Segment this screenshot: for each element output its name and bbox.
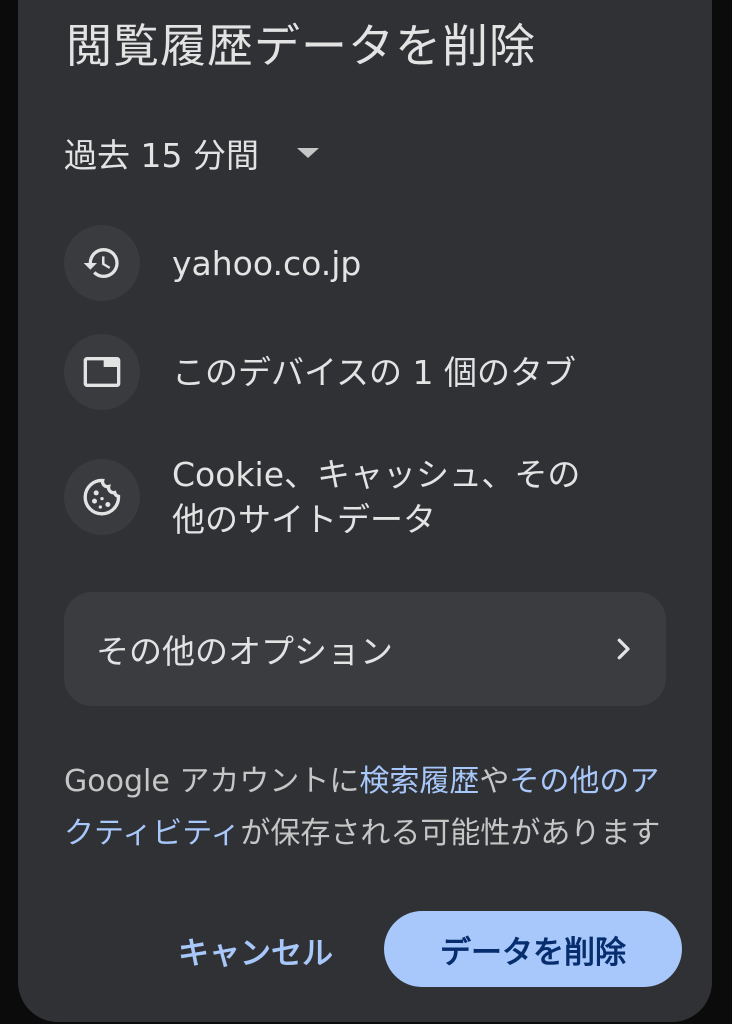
item-cookies: Cookie、キャッシュ、その 他のサイトデータ — [64, 452, 580, 542]
delete-data-button[interactable]: データを削除 — [384, 911, 682, 987]
history-icon — [64, 225, 140, 301]
cookies-item-label-line2: 他のサイトデータ — [172, 500, 436, 539]
dropdown-arrow-icon — [296, 148, 319, 158]
more-options-button[interactable]: その他のオプション — [64, 592, 666, 706]
tab-icon — [64, 334, 140, 410]
clear-browsing-data-sheet: 閲覧履歴データを削除 過去 15 分間 yahoo.co.jp このデバイスの … — [18, 0, 712, 1022]
time-range-value: 過去 15 分間 — [64, 136, 259, 175]
cookies-item-label-line1: Cookie、キャッシュ、その — [172, 455, 581, 494]
notice-middle: や — [479, 764, 510, 799]
cookie-icon — [64, 459, 140, 535]
tabs-item-label: このデバイスの 1 個のタブ — [172, 352, 576, 392]
account-activity-notice: Google アカウントに検索履歴やその他のアクティビティが保存される可能性があ… — [64, 756, 674, 860]
time-range-dropdown[interactable]: 過去 15 分間 — [64, 128, 319, 178]
cookies-item-label: Cookie、キャッシュ、その 他のサイトデータ — [172, 452, 580, 542]
item-tabs: このデバイスの 1 個のタブ — [64, 334, 576, 410]
search-history-link[interactable]: 検索履歴 — [359, 764, 479, 799]
more-options-label: その他のオプション — [96, 632, 393, 671]
notice-prefix: Google アカウントに — [64, 764, 360, 799]
cancel-button[interactable]: キャンセル — [178, 920, 333, 980]
item-history: yahoo.co.jp — [64, 225, 361, 301]
scroll-clip — [64, 856, 684, 872]
history-item-label: yahoo.co.jp — [172, 243, 362, 283]
chevron-right-icon — [617, 638, 630, 660]
dialog-title: 閲覧履歴データを削除 — [66, 19, 536, 73]
notice-suffix: が保存される可能性があります — [240, 816, 661, 851]
